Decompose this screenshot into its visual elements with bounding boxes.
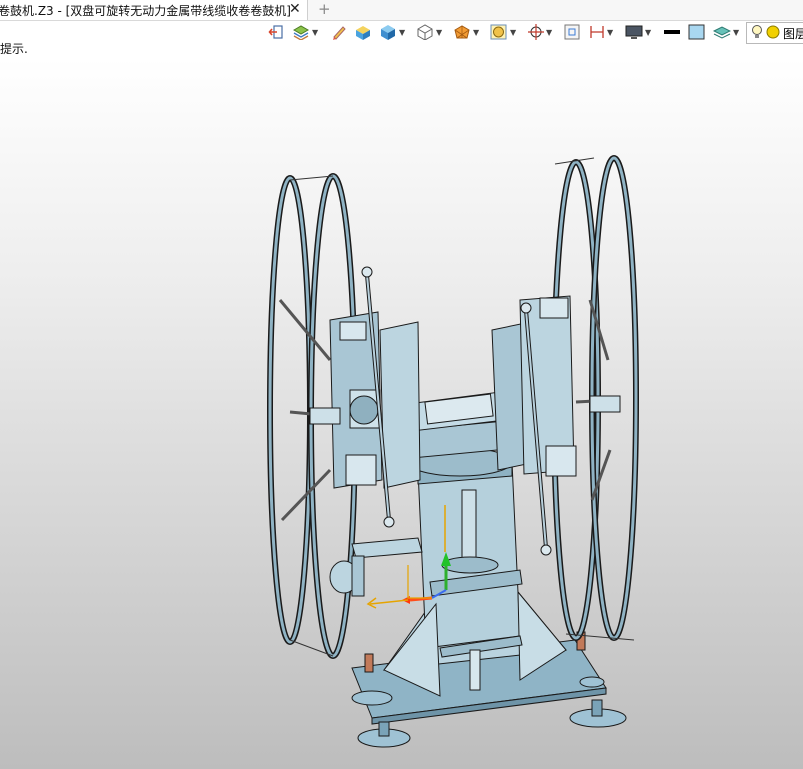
view-toolbar: ▼ ▼ ▼ ▼ ▼ ▼ ▼ ▼ ▼ 图层 <box>0 21 803 44</box>
tab-bar: 卷鼓机.Z3 - [双盘可旋转无动力金属带线缆收卷卷鼓机] ✕ + <box>0 0 803 21</box>
color-fill-icon[interactable] <box>688 23 706 41</box>
layer-label: 图层 <box>783 26 803 41</box>
target-icon[interactable]: ▼ <box>528 23 552 41</box>
chevron-down-icon[interactable]: ▼ <box>473 28 479 37</box>
document-tab[interactable]: 卷鼓机.Z3 - [双盘可旋转无动力金属带线缆收卷卷鼓机] <box>0 0 308 20</box>
box-color-icon[interactable] <box>354 23 372 41</box>
cube-wire-icon[interactable]: ▼ <box>416 23 442 41</box>
monitor-icon[interactable]: ▼ <box>625 23 651 41</box>
drum-machine-model[interactable] <box>0 58 803 769</box>
chevron-down-icon[interactable]: ▼ <box>546 28 552 37</box>
zoom-fit-icon[interactable] <box>564 23 580 41</box>
stack-icon[interactable]: ▼ <box>713 23 739 41</box>
dimension-icon[interactable]: ▼ <box>589 23 613 41</box>
layers-icon[interactable]: ▼ <box>292 23 318 41</box>
chevron-down-icon[interactable]: ▼ <box>510 28 516 37</box>
tab-close-icon[interactable]: ✕ <box>289 1 301 17</box>
cube-shaded-icon[interactable]: ▼ <box>379 23 405 41</box>
color-black-icon[interactable] <box>663 23 681 41</box>
add-tab-icon[interactable]: + <box>318 0 331 18</box>
pencil-icon[interactable] <box>331 23 347 41</box>
chevron-down-icon[interactable]: ▼ <box>645 28 651 37</box>
exit-icon[interactable] <box>268 23 284 41</box>
layer-color-icon <box>766 25 780 42</box>
chevron-down-icon[interactable]: ▼ <box>399 28 405 37</box>
lightbulb-icon <box>751 24 763 43</box>
3d-viewport[interactable] <box>0 58 803 769</box>
hint-text: 提示. <box>0 42 28 56</box>
render-icon[interactable]: ▼ <box>490 23 516 41</box>
chevron-down-icon[interactable]: ▼ <box>733 28 739 37</box>
sphere-icon[interactable]: ▼ <box>453 23 479 41</box>
layer-selector[interactable]: 图层 <box>746 22 803 44</box>
chevron-down-icon[interactable]: ▼ <box>312 28 318 37</box>
tab-title: 卷鼓机.Z3 - [双盘可旋转无动力金属带线缆收卷卷鼓机] <box>0 3 291 18</box>
chevron-down-icon[interactable]: ▼ <box>607 28 613 37</box>
chevron-down-icon[interactable]: ▼ <box>436 28 442 37</box>
